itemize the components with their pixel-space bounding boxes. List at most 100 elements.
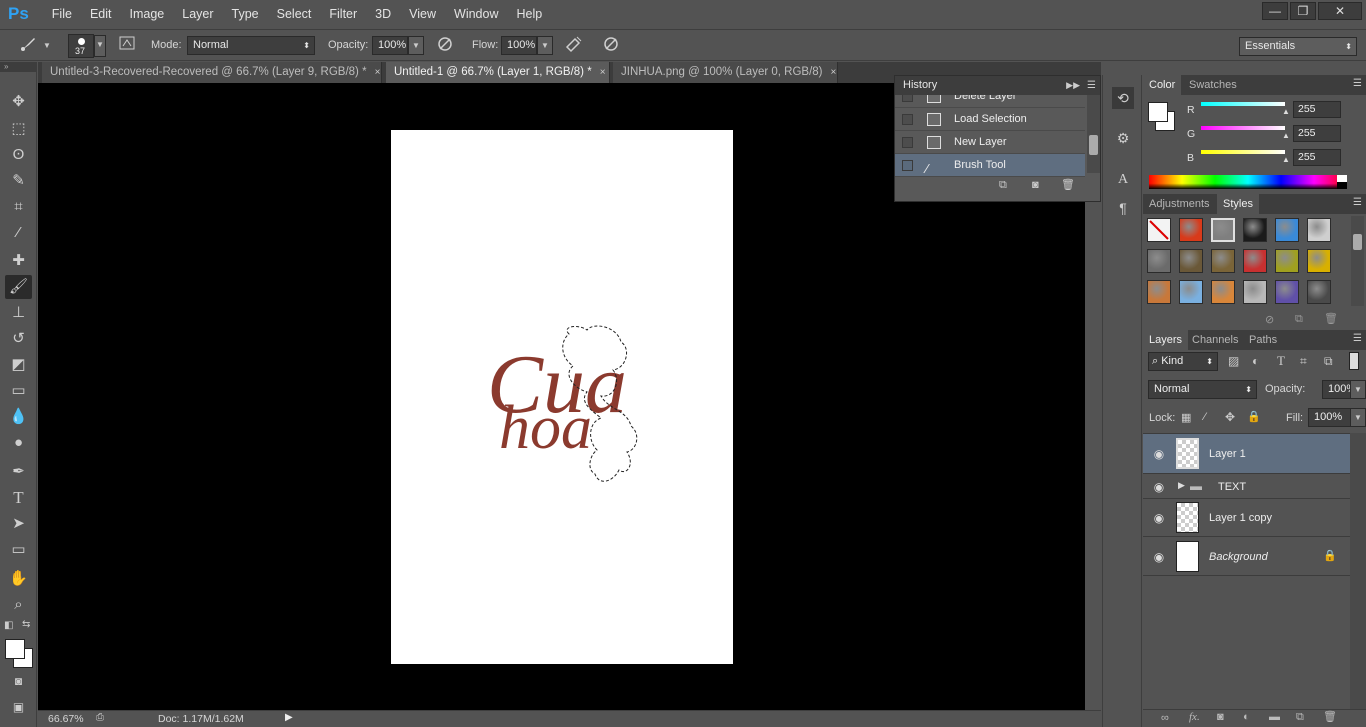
chevron-down-icon[interactable]: ▼: [41, 35, 53, 57]
filter-shape-icon[interactable]: ⌗: [1300, 354, 1307, 369]
menu-window[interactable]: Window: [445, 7, 507, 21]
style-swatch[interactable]: [1307, 249, 1331, 273]
properties-panel-icon[interactable]: ⚙: [1112, 127, 1134, 149]
history-snapshot-checkbox[interactable]: [902, 95, 913, 102]
paragraph-panel-icon[interactable]: ¶: [1112, 197, 1134, 219]
menu-select[interactable]: Select: [268, 7, 321, 21]
add-layer-style-button[interactable]: fx.: [1189, 711, 1200, 723]
document-canvas[interactable]: Cua hoa: [391, 130, 733, 664]
eyedropper-tool-icon[interactable]: ⁄: [5, 221, 32, 245]
style-swatch[interactable]: [1147, 218, 1171, 242]
layer-row-layer-1-copy[interactable]: ◉ Layer 1 copy: [1143, 499, 1350, 537]
layer-row-background[interactable]: ◉ Background 🔒: [1143, 537, 1350, 576]
style-swatch[interactable]: [1211, 218, 1235, 242]
style-swatch[interactable]: [1147, 280, 1171, 304]
style-swatch[interactable]: [1307, 280, 1331, 304]
trash-icon[interactable]: 🗑: [1061, 178, 1075, 191]
slider-thumb-icon[interactable]: ▲: [1282, 155, 1290, 164]
crop-tool-icon[interactable]: ⌗: [5, 195, 32, 219]
scroll-thumb[interactable]: [1353, 234, 1362, 250]
tab-swatches[interactable]: Swatches: [1183, 75, 1243, 95]
style-swatch[interactable]: [1307, 218, 1331, 242]
adjustment-layer-icon[interactable]: ◐: [1243, 711, 1250, 723]
foreground-color-swatch[interactable]: [5, 639, 25, 659]
camera-snapshot-icon[interactable]: ◙: [1032, 179, 1039, 191]
clone-stamp-tool-icon[interactable]: ⊥: [5, 301, 32, 325]
expand-arrow-icon[interactable]: ▶: [1178, 480, 1185, 491]
spectrum-white-chip[interactable]: [1337, 175, 1347, 182]
new-style-icon[interactable]: ⧉: [1295, 313, 1303, 326]
rectangle-tool-icon[interactable]: ▭: [5, 538, 32, 562]
layer-opacity-dropdown[interactable]: ▼: [1350, 380, 1366, 399]
tab-jinhua[interactable]: JINHUA.png @ 100% (Layer 0, RGB/8) ×: [613, 62, 838, 83]
history-scrollbar[interactable]: [1087, 95, 1100, 173]
menu-image[interactable]: Image: [121, 7, 174, 21]
dodge-tool-icon[interactable]: ●: [5, 431, 32, 455]
mode-select[interactable]: Normal ⬍: [187, 36, 315, 55]
filter-type-icon[interactable]: T: [1277, 353, 1285, 369]
history-title[interactable]: History: [895, 79, 937, 91]
lock-transparent-icon[interactable]: ▦: [1181, 411, 1191, 424]
pressure-size-icon[interactable]: [600, 35, 622, 57]
default-colors-icon[interactable]: ◧: [4, 620, 13, 631]
spectrum-black-chip[interactable]: [1337, 182, 1347, 189]
menu-3d[interactable]: 3D: [366, 7, 400, 21]
style-swatch[interactable]: [1275, 280, 1299, 304]
eye-icon[interactable]: ◉: [1152, 447, 1166, 461]
layer-filter-kind[interactable]: ⌕ Kind ⬍: [1148, 352, 1218, 371]
type-tool-icon[interactable]: T: [5, 486, 32, 510]
eye-icon[interactable]: ◉: [1152, 550, 1166, 564]
history-item-delete-layer[interactable]: Delete Layer: [895, 95, 1085, 108]
filter-adjustment-icon[interactable]: ◐: [1252, 354, 1259, 368]
style-swatch[interactable]: [1179, 218, 1203, 242]
restore-button[interactable]: ❐: [1290, 2, 1316, 20]
tab-untitled-1[interactable]: Untitled-1 @ 66.7% (Layer 1, RGB/8) * ×: [386, 62, 610, 83]
layer-opacity-input[interactable]: 100%: [1322, 380, 1356, 399]
filter-pixel-icon[interactable]: ▨: [1228, 354, 1239, 368]
color-spectrum-bar[interactable]: [1149, 175, 1347, 189]
style-swatch[interactable]: [1147, 249, 1171, 273]
link-layers-icon[interactable]: ∞: [1161, 712, 1169, 724]
healing-brush-tool-icon[interactable]: ✚: [5, 249, 32, 273]
lock-position-icon[interactable]: ✥: [1225, 410, 1235, 424]
new-layer-icon[interactable]: ⧉: [1296, 711, 1304, 724]
tab-adjustments[interactable]: Adjustments: [1143, 194, 1216, 214]
menu-file[interactable]: File: [43, 7, 81, 21]
close-window-button[interactable]: ✕: [1318, 2, 1362, 20]
history-brush-tool-icon[interactable]: ↺: [5, 327, 32, 351]
layer-blend-mode-select[interactable]: Normal ⬍: [1148, 380, 1257, 399]
history-item-load-selection[interactable]: Load Selection: [895, 108, 1085, 131]
style-swatch[interactable]: [1243, 218, 1267, 242]
menu-view[interactable]: View: [400, 7, 445, 21]
workspace-select[interactable]: Essentials ⬍: [1239, 37, 1357, 56]
red-slider[interactable]: [1201, 102, 1285, 106]
brush-size-dropdown[interactable]: ▼: [94, 35, 106, 57]
tab-styles[interactable]: Styles: [1217, 194, 1259, 214]
hand-tool-icon[interactable]: ✋: [5, 567, 32, 591]
styles-scrollbar[interactable]: [1351, 216, 1364, 306]
airbrush-icon[interactable]: [563, 35, 585, 57]
brush-panel-toggle-icon[interactable]: [116, 35, 138, 57]
quick-mask-icon[interactable]: ◙: [5, 669, 32, 693]
pressure-opacity-icon[interactable]: [434, 35, 456, 57]
fill-dropdown[interactable]: ▼: [1350, 408, 1366, 427]
collapse-icon[interactable]: »: [0, 62, 37, 72]
panel-menu-icon[interactable]: ☰: [1087, 76, 1096, 95]
path-selection-tool-icon[interactable]: ➤: [5, 512, 32, 536]
style-swatch[interactable]: [1275, 249, 1299, 273]
blue-value[interactable]: 255: [1293, 149, 1341, 166]
history-snapshot-checkbox[interactable]: [902, 160, 913, 171]
menu-layer[interactable]: Layer: [173, 7, 222, 21]
close-icon[interactable]: ×: [831, 67, 837, 78]
panel-menu-icon[interactable]: ☰: [1353, 333, 1362, 344]
history-panel-icon[interactable]: ⟲: [1112, 87, 1134, 109]
tab-color[interactable]: Color: [1143, 75, 1182, 95]
tab-untitled-3[interactable]: Untitled-3-Recovered-Recovered @ 66.7% (…: [42, 62, 382, 83]
zoom-level[interactable]: 66.67%: [48, 713, 84, 725]
style-swatch[interactable]: [1243, 280, 1267, 304]
history-snapshot-checkbox[interactable]: [902, 137, 913, 148]
style-swatch[interactable]: [1179, 249, 1203, 273]
layer-row-text-group[interactable]: ◉ ▶ ▬ TEXT: [1143, 474, 1350, 499]
flow-input[interactable]: 100%: [501, 36, 537, 55]
style-swatch[interactable]: [1211, 280, 1235, 304]
